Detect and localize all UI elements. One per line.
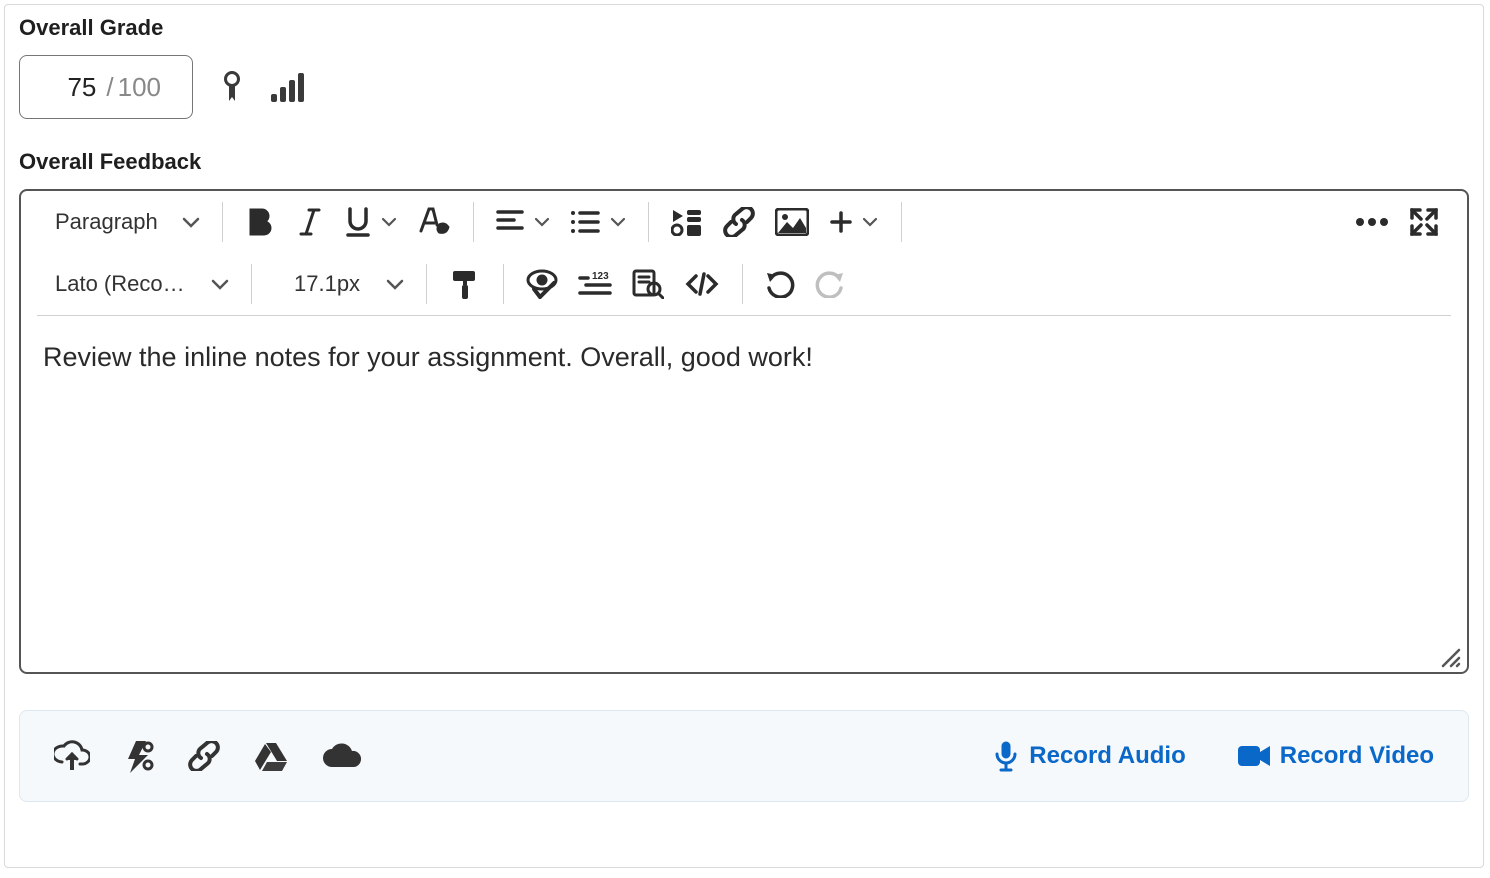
record-video-button[interactable]: Record Video [1238, 742, 1434, 770]
video-camera-icon [1238, 744, 1270, 768]
insert-link-button[interactable] [713, 197, 765, 247]
italic-button[interactable] [285, 197, 335, 247]
onedrive-icon[interactable] [322, 743, 362, 769]
insert-image-button[interactable] [765, 197, 819, 247]
toolbar-separator [503, 264, 504, 304]
overall-grade-label: Overall Grade [19, 15, 1469, 41]
svg-text:123: 123 [592, 271, 609, 282]
toolbar-separator [901, 202, 902, 242]
record-audio-label: Record Audio [1029, 742, 1185, 770]
chevron-down-icon [386, 278, 404, 290]
grade-row: / 100 [19, 55, 1469, 119]
chevron-down-icon [534, 217, 550, 227]
grade-separator: / [106, 72, 113, 103]
resize-handle-icon[interactable] [1439, 646, 1461, 668]
font-family-label: Lato (Recomm… [49, 271, 193, 297]
toolbar-separator [222, 202, 223, 242]
overall-feedback-label: Overall Feedback [19, 149, 1469, 175]
grade-max: 100 [118, 72, 180, 103]
chevron-down-icon [211, 278, 229, 290]
grading-panel: Overall Grade / 100 Overall Feedback [4, 4, 1484, 868]
font-size-dropdown[interactable]: 17.1px [264, 271, 414, 297]
editor-toolbar-row-2: Lato (Recomm… 17.1px 123 [21, 253, 1467, 315]
quicklink-icon[interactable] [124, 739, 154, 773]
chevron-down-icon [610, 217, 626, 227]
feedback-editor: Paragraph [19, 189, 1469, 674]
chevron-down-icon [862, 217, 878, 227]
block-format-label: Paragraph [49, 209, 164, 235]
insert-stuff-button[interactable] [661, 197, 713, 247]
redo-button[interactable] [805, 259, 855, 309]
accessibility-checker-button[interactable] [516, 259, 568, 309]
toolbar-separator [648, 202, 649, 242]
google-drive-icon[interactable] [254, 741, 288, 771]
chevron-down-icon [182, 216, 200, 228]
underline-button[interactable] [335, 197, 407, 247]
feedback-content-text: Review the inline notes for your assignm… [43, 342, 813, 372]
format-painter-button[interactable] [439, 259, 491, 309]
font-family-dropdown[interactable]: Lato (Recomm… [39, 271, 239, 297]
block-format-dropdown[interactable]: Paragraph [39, 209, 210, 235]
toolbar-separator [742, 264, 743, 304]
feedback-textarea[interactable]: Review the inline notes for your assignm… [21, 316, 1467, 672]
record-video-label: Record Video [1280, 742, 1434, 770]
insert-more-button[interactable] [819, 197, 889, 247]
list-button[interactable] [560, 197, 636, 247]
toolbar-separator [251, 264, 252, 304]
font-size-label: 17.1px [274, 271, 366, 297]
preview-button[interactable] [622, 259, 674, 309]
more-actions-button[interactable] [1345, 197, 1399, 247]
toolbar-separator [426, 264, 427, 304]
grade-input-box[interactable]: / 100 [19, 55, 193, 119]
link-attachment-icon[interactable] [188, 741, 220, 771]
attachment-bar: Record Audio Record Video [19, 710, 1469, 802]
grade-score-input[interactable] [32, 71, 98, 104]
bold-button[interactable] [235, 197, 285, 247]
microphone-icon [993, 740, 1019, 772]
undo-button[interactable] [755, 259, 805, 309]
editor-toolbar-row-1: Paragraph [21, 191, 1467, 253]
chevron-down-icon [381, 217, 397, 227]
fullscreen-button[interactable] [1399, 197, 1449, 247]
rubric-ribbon-icon[interactable] [221, 70, 243, 104]
text-color-button[interactable] [407, 197, 461, 247]
record-audio-button[interactable]: Record Audio [993, 740, 1185, 772]
toolbar-separator [473, 202, 474, 242]
stats-bars-icon[interactable] [271, 72, 305, 102]
upload-file-icon[interactable] [54, 740, 90, 772]
align-button[interactable] [486, 197, 560, 247]
source-code-button[interactable] [674, 259, 730, 309]
word-count-button[interactable]: 123 [568, 259, 622, 309]
